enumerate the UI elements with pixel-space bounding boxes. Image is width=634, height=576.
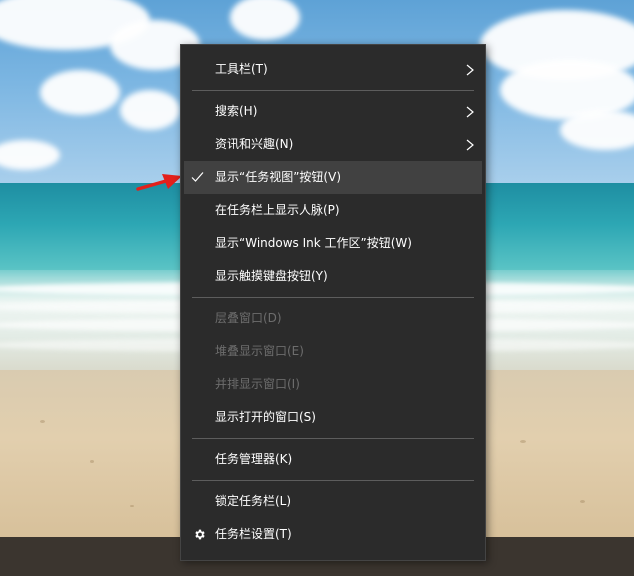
menu-item-label: 任务栏设置(T) [215, 527, 292, 541]
menu-item-label: 任务管理器(K) [215, 452, 293, 466]
menu-item-label: 并排显示窗口(I) [215, 377, 300, 391]
menu-item-label: 显示打开的窗口(S) [215, 410, 316, 424]
red-arrow-icon [136, 174, 182, 191]
menu-separator [192, 297, 474, 298]
menu-item-cascade-windows: 层叠窗口(D) [181, 302, 485, 335]
menu-item-label: 搜索(H) [215, 104, 258, 118]
menu-item-search[interactable]: 搜索(H) [181, 95, 485, 128]
menu-separator [192, 438, 474, 439]
menu-item-show-people[interactable]: 在任务栏上显示人脉(P) [181, 194, 485, 227]
menu-item-side-by-side-windows: 并排显示窗口(I) [181, 368, 485, 401]
menu-item-show-windows-ink-button[interactable]: 显示“Windows Ink 工作区”按钮(W) [181, 227, 485, 260]
menu-item-label: 层叠窗口(D) [215, 311, 282, 325]
menu-item-show-desktop-windows[interactable]: 显示打开的窗口(S) [181, 401, 485, 434]
menu-item-lock-taskbar[interactable]: 锁定任务栏(L) [181, 485, 485, 518]
menu-item-task-manager[interactable]: 任务管理器(K) [181, 443, 485, 476]
gear-icon [195, 529, 205, 540]
menu-item-taskbar-settings[interactable]: 任务栏设置(T) [181, 518, 485, 551]
chevron-right-icon [466, 139, 474, 151]
menu-item-label: 资讯和兴趣(N) [215, 137, 294, 151]
menu-separator [192, 480, 474, 481]
menu-item-label: 显示“Windows Ink 工作区”按钮(W) [215, 236, 412, 250]
menu-item-label: 显示触摸键盘按钮(Y) [215, 269, 328, 283]
menu-item-toolbars[interactable]: 工具栏(T) [181, 53, 485, 86]
chevron-right-icon [466, 64, 474, 76]
checkmark-icon [191, 172, 204, 182]
menu-item-label: 堆叠显示窗口(E) [215, 344, 304, 358]
menu-separator [192, 90, 474, 91]
taskbar-context-menu: 工具栏(T) 搜索(H) 资讯和兴趣(N) 显示“任务视图”按钮(V) 在任务栏… [180, 44, 486, 561]
menu-item-label: 锁定任务栏(L) [215, 494, 292, 508]
menu-item-label: 显示“任务视图”按钮(V) [215, 170, 342, 184]
menu-item-label: 工具栏(T) [215, 62, 268, 76]
chevron-right-icon [466, 106, 474, 118]
menu-item-news-and-interests[interactable]: 资讯和兴趣(N) [181, 128, 485, 161]
menu-item-stack-windows: 堆叠显示窗口(E) [181, 335, 485, 368]
menu-item-show-touch-keyboard-button[interactable]: 显示触摸键盘按钮(Y) [181, 260, 485, 293]
menu-item-label: 在任务栏上显示人脉(P) [215, 203, 340, 217]
menu-item-show-task-view-button[interactable]: 显示“任务视图”按钮(V) [184, 161, 482, 194]
